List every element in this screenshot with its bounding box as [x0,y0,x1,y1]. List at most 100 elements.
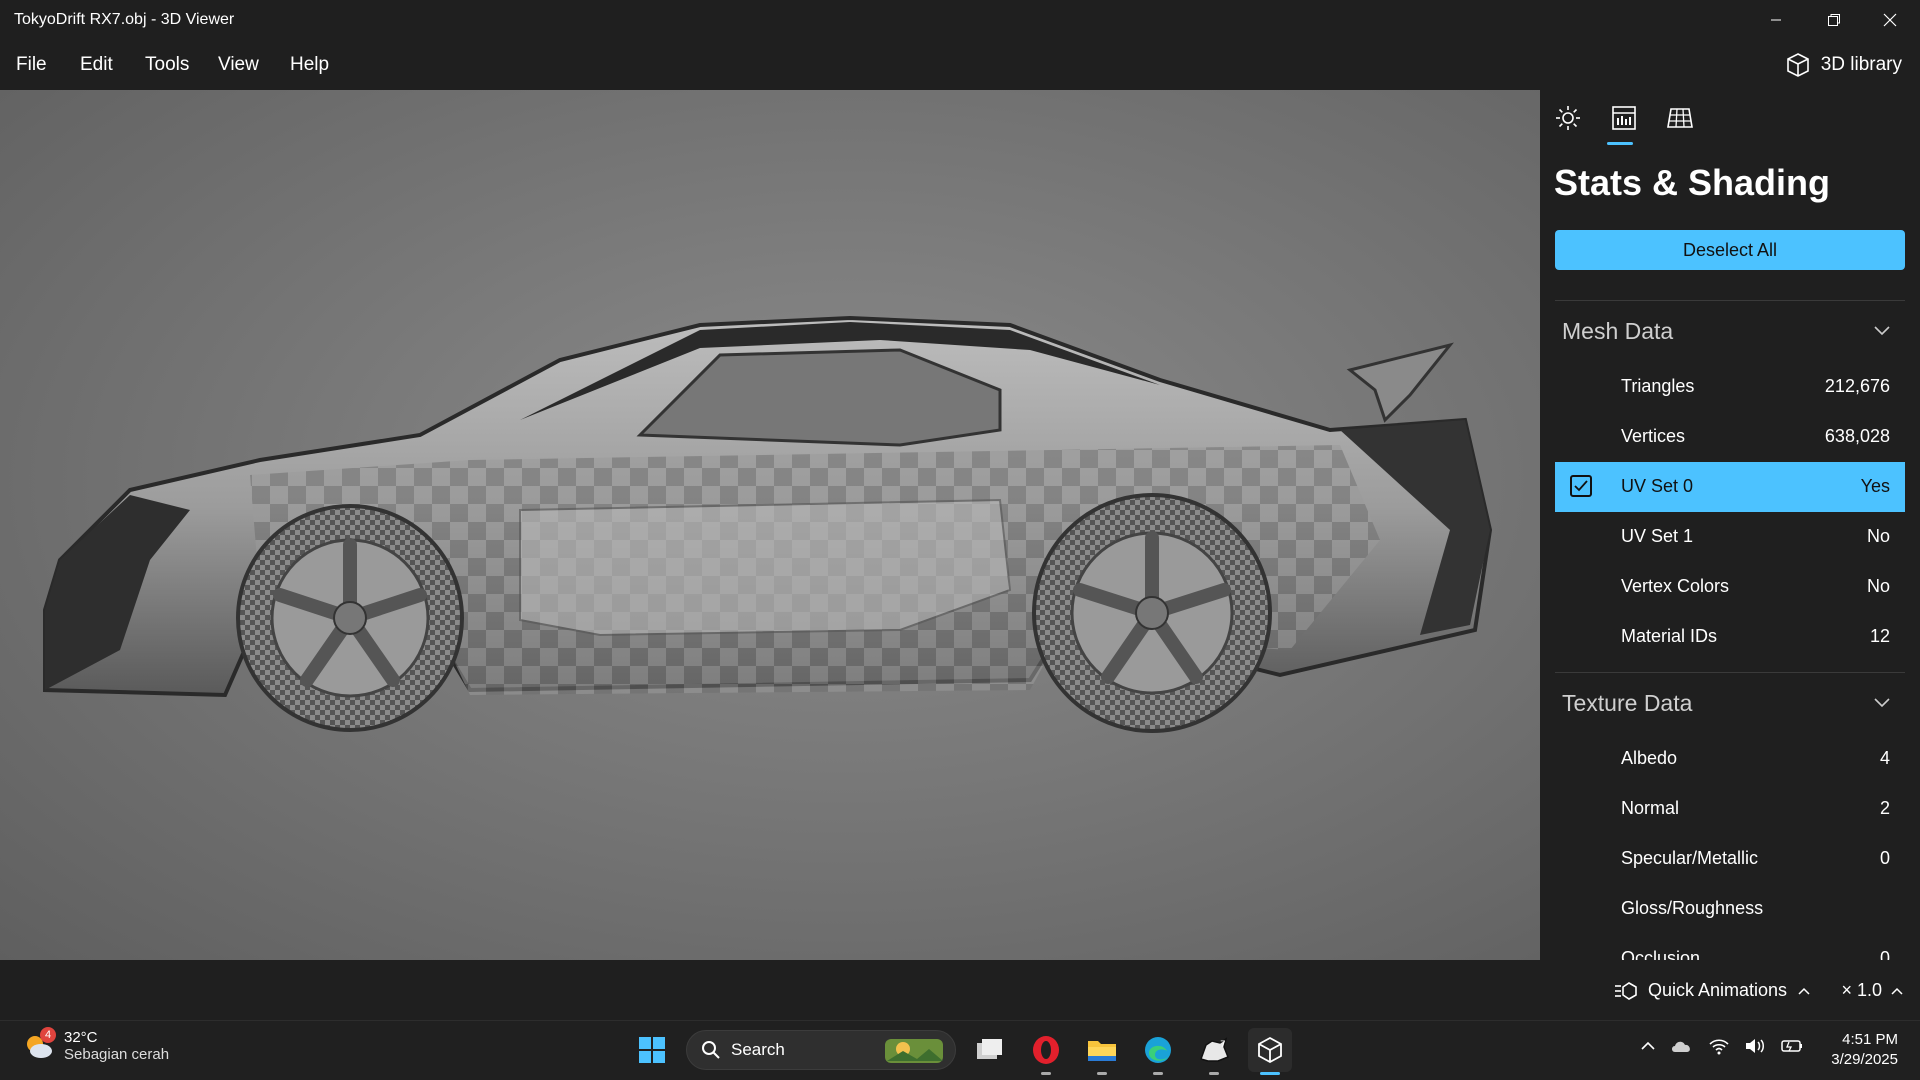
clock-date: 3/29/2025 [1831,1051,1898,1068]
3d-library-button[interactable]: 3D library [1785,52,1902,78]
row-label: Material IDs [1621,626,1718,646]
window-title: TokyoDrift RX7.obj - 3D Viewer [14,11,235,28]
rhino-icon: 7 [1200,1037,1229,1062]
row-value: Yes [1860,476,1890,496]
search-icon [702,1041,720,1059]
bottom-bar: Quick Animations × 1.0 [0,960,1920,1020]
chevron-up-icon [1891,987,1903,995]
taskbar-clock[interactable]: 4:51 PM 3/29/2025 [1831,1030,1898,1070]
chevron-down-icon[interactable] [1874,698,1890,708]
menu-help[interactable]: Help [290,54,329,76]
weather-badge: 4 [40,1027,56,1043]
row-label: Specular/Metallic [1621,848,1759,868]
row-value: No [1866,576,1890,596]
playback-speed-button[interactable]: × 1.0 [1841,980,1904,1001]
close-icon [1883,13,1897,27]
rhino-app[interactable]: 7 [1192,1028,1236,1075]
mesh-row-material-ids[interactable]: Material IDs 12 [1555,612,1905,662]
battery-icon[interactable] [1780,1037,1804,1055]
grid-icon [1667,108,1693,128]
weather-widget[interactable]: 4 32°C Sebagian cerah [24,1027,169,1063]
animation-icon [1615,981,1637,1000]
quick-animations-label: Quick Animations [1648,980,1788,1000]
stats-icon [1612,106,1636,130]
cube-icon [1786,53,1809,77]
row-label: Vertex Colors [1621,576,1730,596]
opera-app[interactable] [1024,1028,1068,1075]
mesh-row-uv-set-0[interactable]: UV Set 0 Yes [1555,462,1905,512]
row-label: Normal [1621,798,1680,818]
texture-row-occlusion[interactable]: Occlusion 0 [1555,934,1905,960]
svg-text:7: 7 [1220,1040,1226,1050]
section-divider [1555,672,1905,673]
texture-row-normal[interactable]: Normal 2 [1555,784,1905,834]
row-value: No [1866,526,1890,546]
texture-row-specular-metallic[interactable]: Specular/Metallic 0 [1555,834,1905,884]
row-label: Albedo [1621,748,1678,768]
edge-app[interactable] [1136,1028,1180,1075]
stats-shading-panel: Stats & Shading Deselect All Mesh Data T… [1540,90,1920,960]
texture-data-header[interactable]: Texture Data [1562,690,1692,717]
3d-viewer-app[interactable] [1248,1028,1292,1075]
minimize-icon [1771,19,1781,21]
3d-viewport[interactable] [0,90,1540,960]
row-label: UV Set 0 [1621,476,1694,496]
file-explorer-app[interactable] [1080,1028,1124,1075]
search-label: Search [731,1040,785,1059]
row-value: 0 [1879,948,1890,960]
3d-library-label: 3D library [1820,54,1902,75]
mesh-row-vertex-colors[interactable]: Vertex Colors No [1555,562,1905,612]
menu-view[interactable]: View [218,54,259,76]
wifi-icon[interactable] [1708,1037,1730,1055]
active-tab-indicator [1607,142,1633,145]
menu-tools[interactable]: Tools [145,54,189,76]
opera-icon [1033,1036,1059,1064]
chevron-down-icon[interactable] [1874,326,1890,336]
lighting-icon [1556,106,1580,130]
weather-icon: 4 [24,1027,56,1061]
quick-animations-button[interactable]: Quick Animations [1614,980,1811,1001]
mesh-row-uv-set-1[interactable]: UV Set 1 No [1555,512,1905,562]
row-label: Occlusion [1621,948,1701,960]
edge-icon [1145,1037,1171,1063]
menu-file[interactable]: File [16,54,47,76]
volume-icon[interactable] [1744,1037,1766,1055]
chevron-up-icon[interactable] [1640,1041,1656,1051]
restore-button[interactable] [1806,0,1862,40]
menu-bar: File Edit Tools View Help [0,40,1920,90]
file-explorer-icon [1088,1041,1116,1061]
restore-icon [1828,14,1840,26]
uv-set-0-checkbox[interactable] [1570,475,1592,497]
weather-temperature: 32°C [64,1029,98,1046]
row-value: 638,028 [1824,426,1890,446]
texture-row-gloss-roughness[interactable]: Gloss/Roughness [1555,884,1905,934]
tab-stats[interactable] [1610,104,1638,132]
row-label: Vertices [1621,426,1686,446]
app-running-indicator [1209,1072,1219,1075]
app-running-indicator [1153,1072,1163,1075]
mesh-row-triangles[interactable]: Triangles 212,676 [1555,362,1905,412]
tab-grid[interactable] [1666,104,1694,132]
car-model[interactable] [0,90,1540,960]
title-bar: TokyoDrift RX7.obj - 3D Viewer [0,0,1920,40]
speed-label: × 1.0 [1841,980,1882,1000]
taskbar-search[interactable]: Search [686,1030,956,1070]
texture-row-albedo[interactable]: Albedo 4 [1555,734,1905,784]
task-view-button[interactable] [968,1028,1012,1072]
start-button[interactable] [630,1028,674,1072]
row-value: 4 [1879,748,1890,768]
row-value: 12 [1869,626,1890,646]
front-wheel [236,504,464,732]
mesh-data-header[interactable]: Mesh Data [1562,318,1673,345]
close-button[interactable] [1862,0,1918,40]
mesh-row-vertices[interactable]: Vertices 638,028 [1555,412,1905,462]
tab-lighting[interactable] [1554,104,1582,132]
deselect-all-button[interactable]: Deselect All [1555,230,1905,270]
onedrive-icon[interactable] [1670,1037,1694,1055]
minimize-button[interactable] [1748,0,1804,40]
app-active-indicator [1260,1072,1280,1075]
app-running-indicator [1097,1072,1107,1075]
menu-edit[interactable]: Edit [80,54,113,76]
row-value: 212,676 [1824,376,1890,396]
rear-wheel [1032,493,1272,733]
